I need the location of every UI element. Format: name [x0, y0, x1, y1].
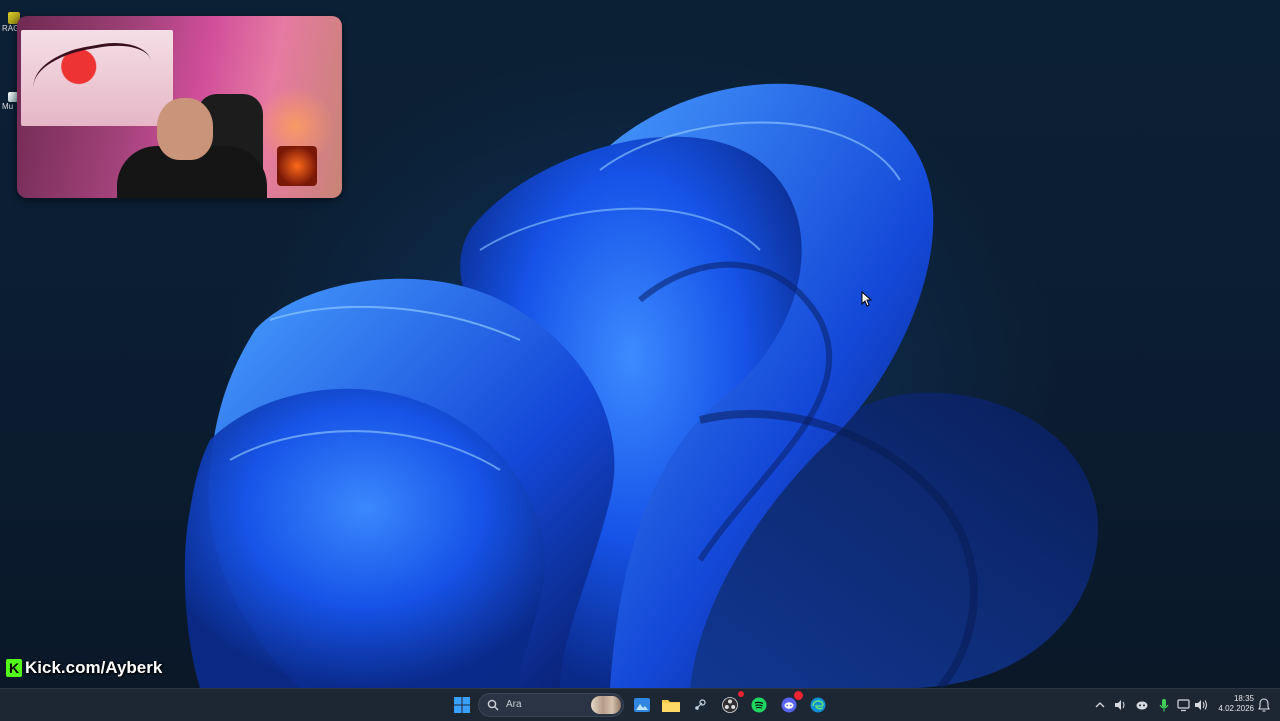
notification-badge [794, 691, 803, 700]
streamer-head [157, 98, 213, 160]
desk-light [277, 146, 317, 186]
search-highlight-art [591, 696, 621, 714]
search-placeholder: Ara [506, 699, 522, 710]
network-icon[interactable] [1176, 697, 1192, 713]
notification-center-icon[interactable] [1256, 697, 1272, 713]
mouse-cursor-icon [861, 291, 873, 307]
discord-tray-icon[interactable] [1134, 697, 1150, 713]
taskbar-app-edge[interactable] [806, 693, 830, 717]
steam-icon [692, 697, 708, 713]
speaker-icon[interactable] [1193, 697, 1209, 713]
search-icon [487, 699, 499, 711]
edge-icon [810, 697, 826, 713]
taskbar-app-photos[interactable] [630, 693, 654, 717]
spotify-icon [751, 697, 767, 713]
kick-channel-overlay: K Kick.com/Ayberk [6, 658, 162, 678]
discord-icon [781, 697, 797, 713]
photos-icon [634, 698, 650, 712]
kick-logo-icon: K [6, 659, 22, 677]
clock-time: 18:35 [1233, 694, 1254, 703]
webcam-overlay [17, 16, 342, 198]
taskbar-app-spotify[interactable] [747, 693, 771, 717]
start-button[interactable] [450, 693, 474, 717]
clock-date: 4.02.2026 [1218, 704, 1254, 713]
taskbar-app-discord[interactable] [777, 691, 803, 717]
kick-channel-url: Kick.com/Ayberk [25, 658, 163, 677]
taskbar-app-steam[interactable] [688, 693, 712, 717]
taskbar-app-obs[interactable] [718, 691, 744, 717]
desktop: RAG Mu K Kick.com/Ayberk [0, 0, 1280, 688]
microphone-icon[interactable] [1156, 697, 1172, 713]
show-hidden-icons-chevron-icon[interactable] [1092, 697, 1108, 713]
folder-icon [662, 700, 680, 712]
recording-indicator [738, 691, 744, 697]
taskbar: Ara 18:35 4.02.2026 [0, 688, 1280, 721]
obs-icon [722, 697, 738, 713]
taskbar-app-file-explorer[interactable] [659, 693, 683, 717]
windows-start-icon [454, 697, 470, 713]
taskbar-search-box[interactable]: Ara [478, 693, 624, 717]
volume-mixer-icon[interactable] [1113, 697, 1129, 713]
taskbar-clock[interactable]: 18:35 4.02.2026 [1210, 694, 1254, 714]
